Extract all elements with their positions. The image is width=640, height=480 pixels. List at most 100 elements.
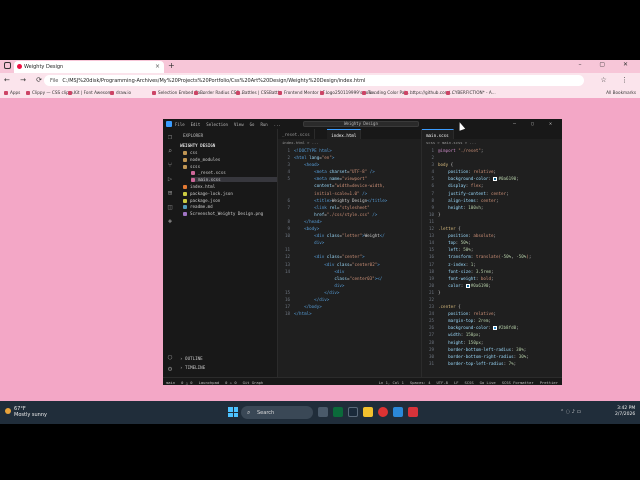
search-icon[interactable]: ⌕ — [166, 147, 174, 155]
extensions-icon[interactable]: ⊞ — [166, 189, 174, 197]
editor-tab[interactable]: index.html — [327, 129, 362, 139]
code-line[interactable]: 29 border-bottom-left-radius: 30%; — [422, 346, 562, 353]
code-line[interactable]: 2 <html lang="en"> — [278, 154, 421, 161]
all-bookmarks-button[interactable]: All Bookmarks — [606, 90, 636, 95]
file-item[interactable]: readme.md — [183, 204, 277, 210]
code-line[interactable]: 5 <meta name="viewport" — [278, 175, 421, 182]
menu-item[interactable]: ... — [274, 122, 281, 127]
code-line[interactable]: 4 <meta charset="UTF-8" /> — [278, 168, 421, 175]
chrome-icon[interactable] — [378, 407, 388, 417]
explorer-icon[interactable]: ❐ — [166, 133, 174, 141]
bookmark-item[interactable]: Battles | CSSBattle — [236, 90, 281, 95]
status-item[interactable]: Git Graph — [243, 380, 264, 385]
code-line[interactable]: class="center03"></ — [278, 275, 421, 282]
code-line[interactable]: 3 <head> — [278, 161, 421, 168]
code-line[interactable]: 16 transform: translate(-50%, -50%); — [422, 253, 562, 260]
outline-section[interactable]: › OUTLINE — [180, 356, 203, 361]
vscode-window-controls[interactable]: – ▢ ✕ — [513, 121, 558, 127]
status-item[interactable]: Spaces: 4 — [410, 380, 431, 385]
editor-tab[interactable]: _reset.scss — [278, 129, 315, 139]
menu-item[interactable]: View — [234, 122, 244, 127]
taskbar-search[interactable]: ⌕ Search — [241, 406, 313, 419]
code-line[interactable]: 9 height: 100vh; — [422, 204, 562, 211]
status-item[interactable]: main — [166, 380, 175, 385]
code-line[interactable]: 18 font-size: 3.5rem; — [422, 268, 562, 275]
account-icon[interactable]: ◯ — [166, 353, 174, 361]
timeline-section[interactable]: › TIMELINE — [180, 365, 205, 370]
file-item[interactable]: scss — [183, 164, 277, 169]
scss-code[interactable]: 1 @import "./reset"; 2 3 body {4 position: r… — [422, 147, 562, 367]
code-line[interactable]: 13 <div class="center02"> — [278, 261, 421, 268]
code-line[interactable]: 16 </div> — [278, 296, 421, 303]
html-code[interactable]: 1 <!DOCTYPE html> 2 <html lang="en"> 3 <head… — [278, 147, 421, 317]
window-controls[interactable]: – ▢ ✕ — [578, 61, 636, 68]
code-line[interactable]: 11 — [278, 246, 421, 253]
code-line[interactable]: 8 </head> — [278, 218, 421, 225]
code-line[interactable]: 15 </div> — [278, 289, 421, 296]
bookmark-item[interactable]: Kit | Font Awesome — [68, 90, 114, 95]
bookmark-item[interactable]: Apps — [4, 90, 20, 95]
command-center[interactable]: Weighty Design — [303, 121, 419, 127]
status-item[interactable]: LF — [454, 380, 459, 385]
code-line[interactable]: 7 justify-content: center; — [422, 190, 562, 197]
code-line[interactable]: 1 @import "./reset"; — [422, 147, 562, 154]
widgets-icon[interactable] — [333, 407, 343, 417]
code-line[interactable]: 14 top: 50%; — [422, 239, 562, 246]
code-line[interactable]: 11 — [422, 218, 562, 225]
close-tab-icon[interactable]: × — [155, 63, 160, 70]
code-line[interactable]: 15 left: 50%; — [422, 246, 562, 253]
status-item[interactable]: Go Live — [480, 380, 496, 385]
code-line[interactable]: 2 — [422, 154, 562, 161]
editor-tab[interactable]: main.scss — [422, 129, 454, 139]
status-item[interactable]: Launchpad — [199, 380, 220, 385]
app-icon[interactable] — [408, 407, 418, 417]
status-item[interactable]: 0 △ 0 — [181, 380, 192, 385]
code-line[interactable]: 14 <div — [278, 268, 421, 275]
status-item[interactable]: 0 ⚠ 0 — [225, 380, 236, 385]
code-line[interactable]: 7 <link rel="stylesheet" — [278, 204, 421, 211]
code-line[interactable]: 5 background-color: #0a6190; — [422, 175, 562, 182]
code-line[interactable]: 22 — [422, 296, 562, 303]
code-line[interactable]: 13 position: absolute; — [422, 232, 562, 239]
code-line[interactable]: 30 border-bottom-right-radius: 30%; — [422, 353, 562, 360]
status-item[interactable]: SCSS — [465, 380, 474, 385]
code-line[interactable]: 23 .center { — [422, 303, 562, 310]
code-line[interactable]: 8 align-items: center; — [422, 197, 562, 204]
code-line[interactable]: 12 .letter { — [422, 225, 562, 232]
code-line[interactable]: initial-scale=1.0" /> — [278, 190, 421, 197]
code-line[interactable]: 6 display: flex; — [422, 182, 562, 189]
system-tray-icons[interactable]: ⌃ ◌ ♪ ▭ — [560, 409, 581, 415]
file-item[interactable]: css — [183, 150, 277, 155]
url-field[interactable]: File C:/MSJ%20disk/Programming-Archives/M… — [44, 75, 584, 86]
tab-search-icon[interactable] — [4, 62, 11, 69]
remote-icon[interactable]: ◫ — [166, 203, 174, 211]
code-line[interactable]: 9 <body> — [278, 225, 421, 232]
clock[interactable]: 3:42 PM 2/7/2026 — [615, 406, 635, 418]
file-item[interactable]: node_modules — [183, 157, 277, 162]
manage-gear-icon[interactable]: ⚙ — [166, 365, 174, 373]
code-line[interactable]: 26 background-color: #2b8fd0; — [422, 324, 562, 331]
code-line[interactable]: href="./css/style.css" /> — [278, 211, 421, 218]
code-line[interactable]: 17 </body> — [278, 303, 421, 310]
status-item[interactable]: UTF-8 — [437, 380, 448, 385]
code-line[interactable]: div> — [278, 239, 421, 246]
project-folder[interactable]: WEIGHTY DESIGN — [180, 143, 215, 148]
menu-item[interactable]: File — [175, 122, 185, 127]
menu-item[interactable]: Run — [260, 122, 267, 127]
code-line[interactable]: 10 <div class="letter">Weight</ — [278, 232, 421, 239]
code-line[interactable]: 12 <div class="center"> — [278, 253, 421, 260]
status-item[interactable]: SCSS Formatter — [502, 380, 534, 385]
code-line[interactable]: 6 <title>Weighty Design</title> — [278, 197, 421, 204]
status-item[interactable]: Ln 1, Col 1 — [379, 380, 404, 385]
browser-toolbar-icons[interactable]: ☆ ⋮ — [600, 76, 634, 84]
git-graph-icon[interactable]: ◈ — [166, 217, 174, 225]
code-line[interactable]: 18 </html> — [278, 310, 421, 317]
code-line[interactable]: 19 font-weight: bold; — [422, 275, 562, 282]
bookmark-item[interactable]: draw.io — [110, 90, 131, 95]
weather-widget[interactable]: 67°F Mostly sunny — [14, 406, 47, 418]
code-line[interactable]: 1 <!DOCTYPE html> — [278, 147, 421, 154]
vscode-taskbar-icon[interactable] — [393, 407, 403, 417]
file-item[interactable]: index.html — [183, 184, 277, 189]
menu-item[interactable]: Edit — [191, 122, 201, 127]
file-explorer-icon[interactable] — [363, 407, 373, 417]
